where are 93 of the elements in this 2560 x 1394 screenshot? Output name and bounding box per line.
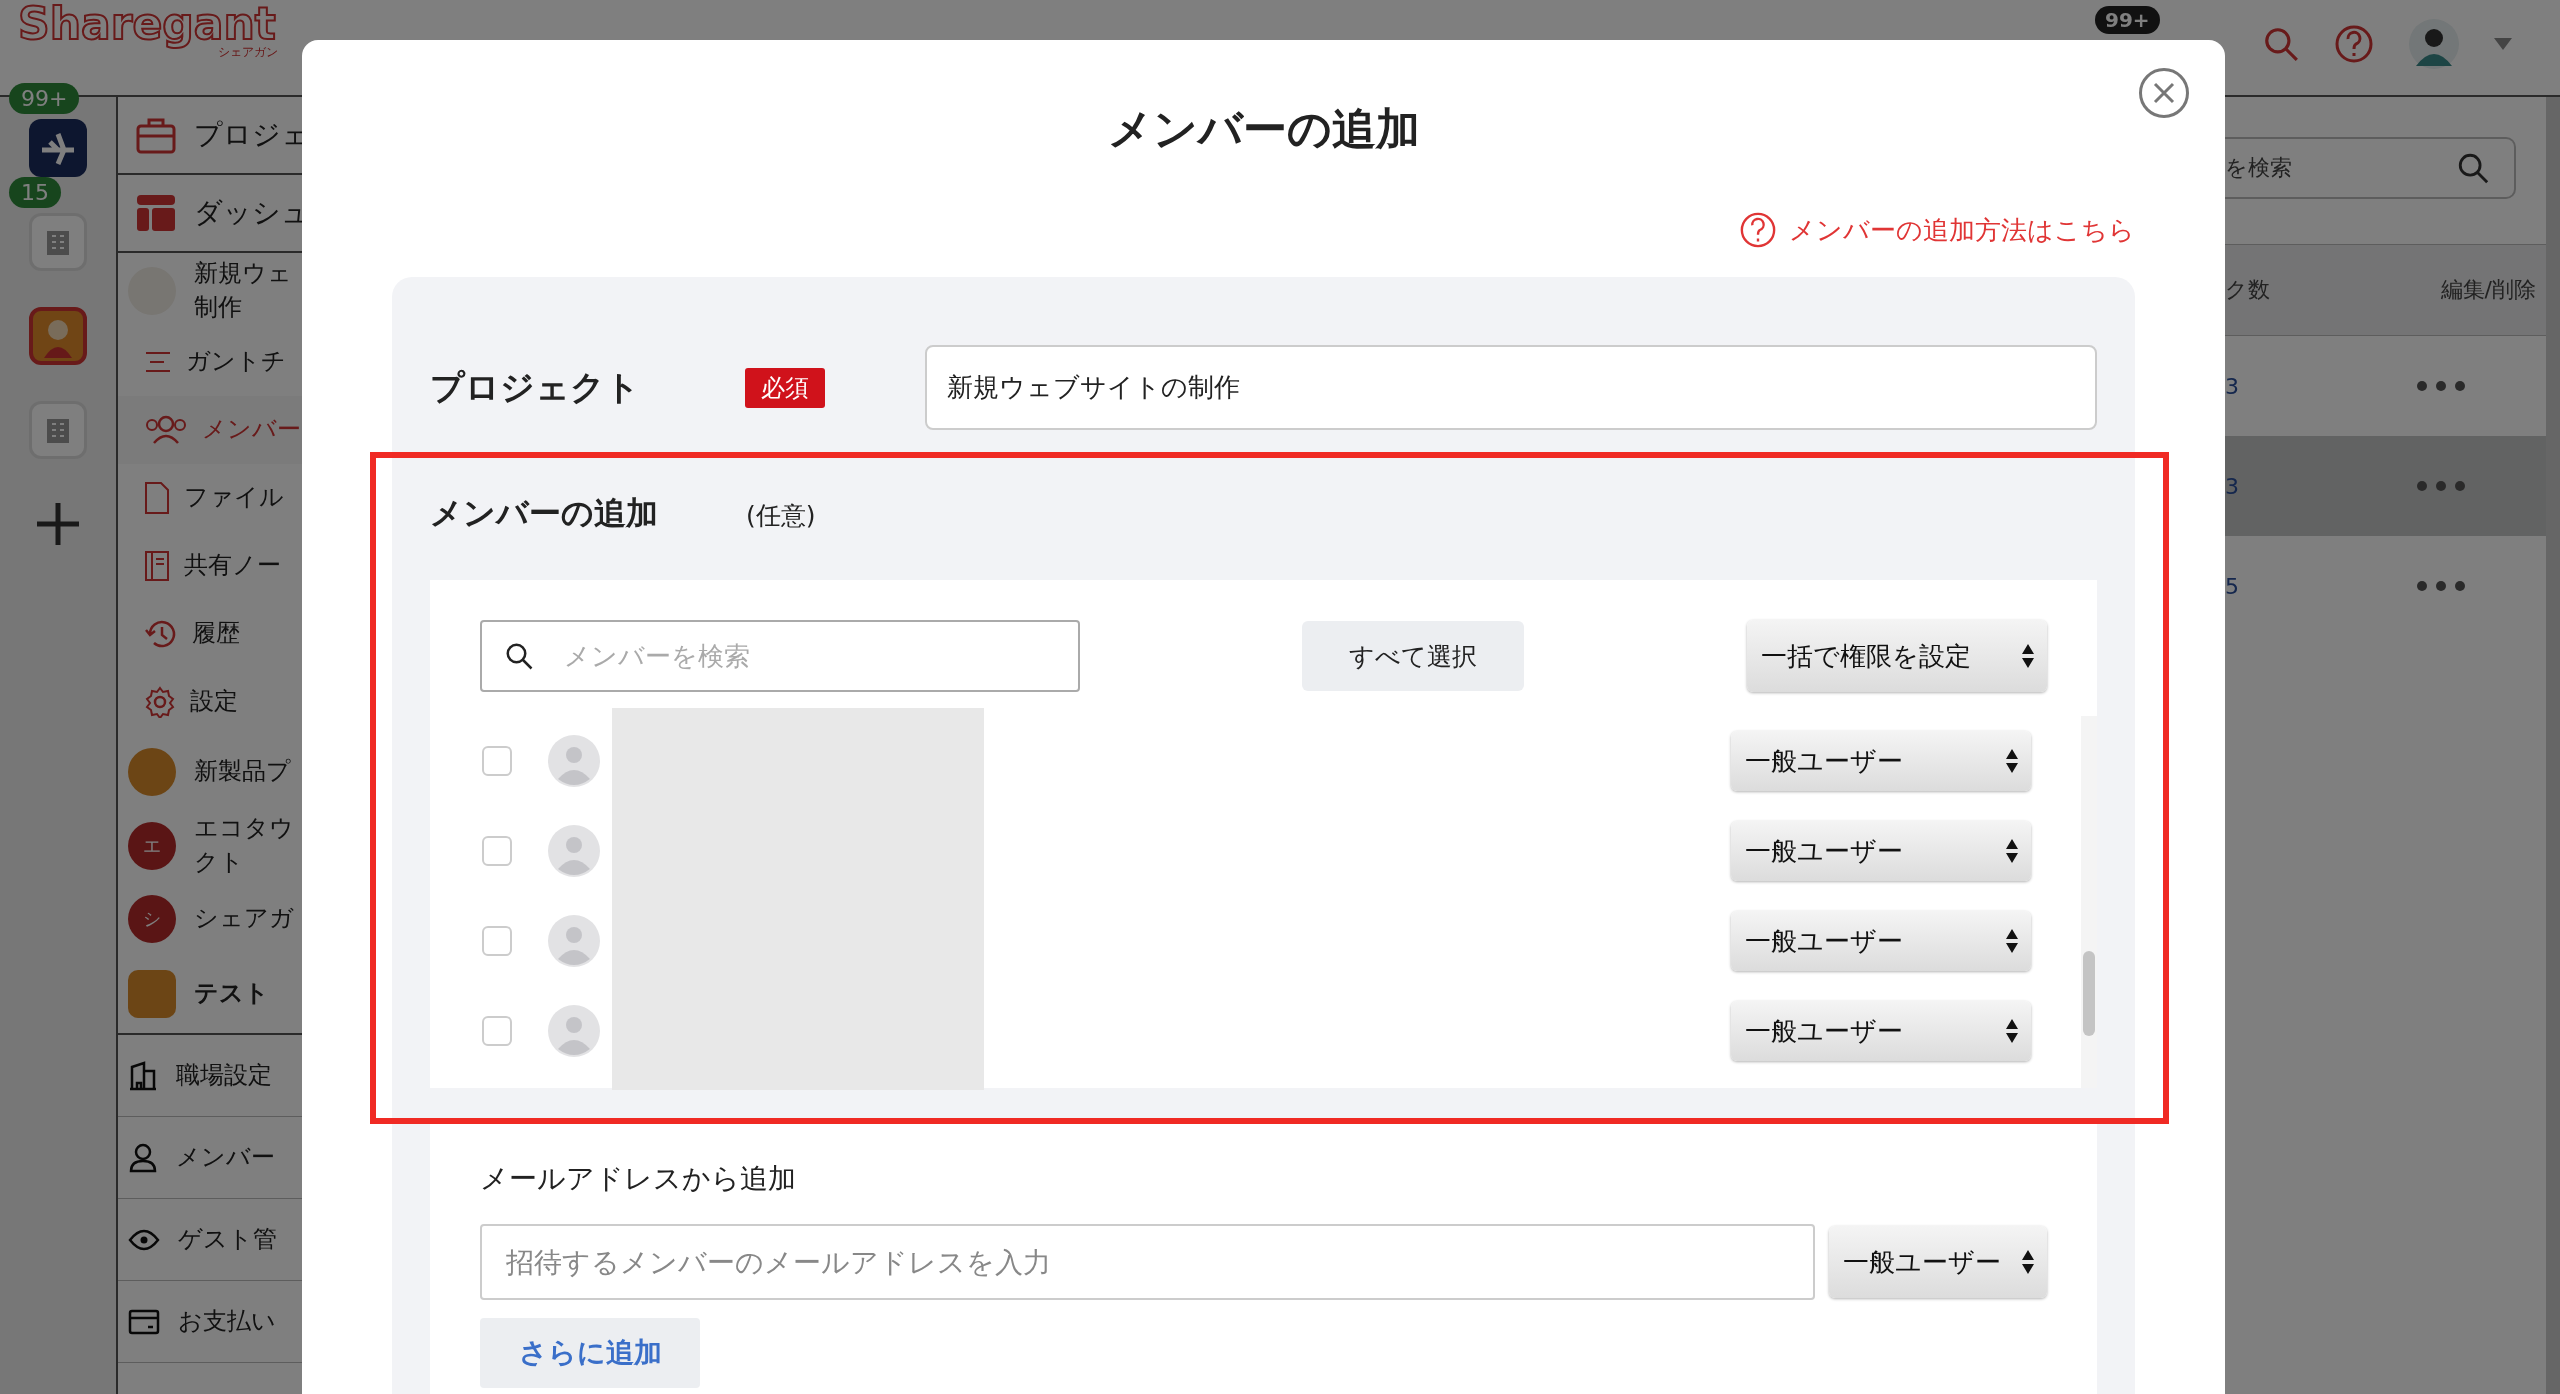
column-header: 編集/削除 — [2440, 276, 2536, 304]
count-badge: 15 — [9, 177, 61, 208]
role-select[interactable]: 一般ユーザー — [1829, 1226, 2047, 1298]
dashboard-icon — [136, 193, 176, 233]
user-avatar-icon — [548, 1005, 600, 1057]
sidebar-item[interactable]: 制作 — [194, 290, 292, 325]
project-avatar — [128, 748, 176, 796]
role-select[interactable]: 一般ユーザー — [1731, 1001, 2031, 1061]
card-icon — [128, 1308, 160, 1335]
sidebar-item[interactable]: クト — [194, 845, 294, 880]
sidebar-item[interactable]: エコタウ — [194, 811, 294, 846]
updown-arrows-icon — [2021, 1249, 2035, 1275]
add-more-button[interactable]: さらに追加 — [480, 1318, 700, 1388]
email-field[interactable]: 招待するメンバーのメールアドレスを入力 — [480, 1224, 1815, 1300]
section-title: メンバーの追加 — [430, 493, 658, 534]
optional-label: (任意) — [746, 500, 816, 532]
required-badge: 必須 — [745, 367, 825, 408]
search-icon — [2456, 151, 2490, 185]
plus-icon — [35, 501, 81, 547]
user-avatar-icon[interactable] — [2408, 18, 2460, 70]
user-avatar-icon — [548, 735, 600, 787]
user-avatar-icon — [548, 915, 600, 967]
count-badge: 99+ — [9, 83, 80, 114]
updown-arrows-icon — [2021, 643, 2035, 669]
notification-badge: 99+ — [2095, 6, 2160, 34]
caret-icon[interactable] — [2494, 38, 2512, 50]
role-select[interactable]: 一般ユーザー — [1731, 911, 2031, 971]
table-row[interactable]: 3 — [2225, 436, 2546, 536]
table-cell: 3 — [2225, 373, 2239, 399]
role-select[interactable]: 一般ユーザー — [1731, 821, 2031, 881]
member-checkbox[interactable] — [482, 1016, 512, 1046]
eye-icon — [128, 1228, 160, 1251]
select-all-button[interactable]: すべて選択 — [1302, 621, 1524, 691]
search-text: を検索 — [2225, 154, 2292, 182]
avatar-letter: シ — [143, 907, 161, 931]
sidebar-item[interactable]: ファイル — [184, 481, 284, 515]
logo-subtitle: シェアガン — [218, 46, 278, 58]
table-cell: 3 — [2225, 473, 2239, 499]
close-icon — [2153, 82, 2175, 104]
sidebar-item[interactable]: 職場設定 — [176, 1058, 272, 1093]
sidebar-item[interactable]: テスト — [194, 977, 269, 1011]
search-icon — [504, 641, 534, 671]
more-icon[interactable] — [2416, 580, 2466, 592]
table-cell: 5 — [2225, 573, 2239, 599]
bulk-permission-select[interactable]: 一括で権限を設定 — [1747, 620, 2047, 692]
member-checkbox[interactable] — [482, 746, 512, 776]
sidebar-item[interactable]: ガントチ — [186, 345, 286, 379]
field-value: 新規ウェブサイトの制作 — [947, 371, 1240, 404]
search-icon — [2262, 25, 2300, 63]
sidebar-item[interactable]: 共有ノー — [184, 549, 281, 583]
sidebar-item[interactable]: 設定 — [190, 685, 238, 719]
sidebar-item[interactable]: 履歴 — [192, 617, 240, 651]
member-checkbox[interactable] — [482, 926, 512, 956]
briefcase-icon — [136, 116, 176, 154]
sidebar-item[interactable]: 新製品プ — [194, 755, 291, 789]
updown-arrows-icon — [2005, 1018, 2019, 1044]
help-icon — [1739, 211, 1777, 249]
member-search-field[interactable]: メンバーを検索 — [480, 620, 1080, 692]
sidebar-item[interactable]: お支払い — [178, 1304, 276, 1339]
updown-arrows-icon — [2005, 748, 2019, 774]
member-checkbox[interactable] — [482, 836, 512, 866]
dialog-title: メンバーの追加 — [1107, 102, 1420, 156]
sidebar-item[interactable]: メンバー — [202, 413, 301, 447]
people-icon — [144, 415, 188, 445]
workspace-tile[interactable] — [29, 119, 87, 177]
sidebar-item[interactable]: ゲスト管 — [178, 1222, 277, 1257]
history-icon — [144, 618, 178, 650]
search-field[interactable]: を検索 — [2225, 137, 2516, 199]
close-button[interactable] — [2139, 68, 2189, 118]
notebook-icon — [144, 550, 170, 582]
help-link[interactable]: メンバーの追加方法はこちら — [1739, 211, 2135, 249]
section-title: メールアドレスから追加 — [480, 1161, 797, 1197]
sidebar-item[interactable]: メンバー — [176, 1140, 275, 1175]
workspace-tile[interactable] — [29, 307, 87, 365]
project-field[interactable]: 新規ウェブサイトの制作 — [925, 345, 2097, 430]
more-icon[interactable] — [2416, 380, 2466, 392]
sidebar-item[interactable]: シェアガ — [194, 902, 294, 936]
building-icon — [128, 1060, 158, 1091]
workspace-avatar — [128, 970, 176, 1018]
more-icon[interactable] — [2416, 480, 2466, 492]
column-header: ク数 — [2225, 276, 2270, 304]
help-icon[interactable] — [2334, 24, 2374, 64]
gantt-lines-icon — [144, 350, 172, 374]
user-icon — [128, 1142, 158, 1173]
updown-arrows-icon — [2005, 838, 2019, 864]
file-icon — [144, 481, 170, 515]
field-label: プロジェクト — [430, 365, 640, 409]
settings-icon — [144, 686, 176, 718]
user-avatar-icon — [548, 825, 600, 877]
role-select[interactable]: 一般ユーザー — [1731, 731, 2031, 791]
sidebar-item[interactable]: 新規ウェ — [194, 256, 292, 291]
avatar-letter: エ — [143, 833, 161, 858]
updown-arrows-icon — [2005, 928, 2019, 954]
